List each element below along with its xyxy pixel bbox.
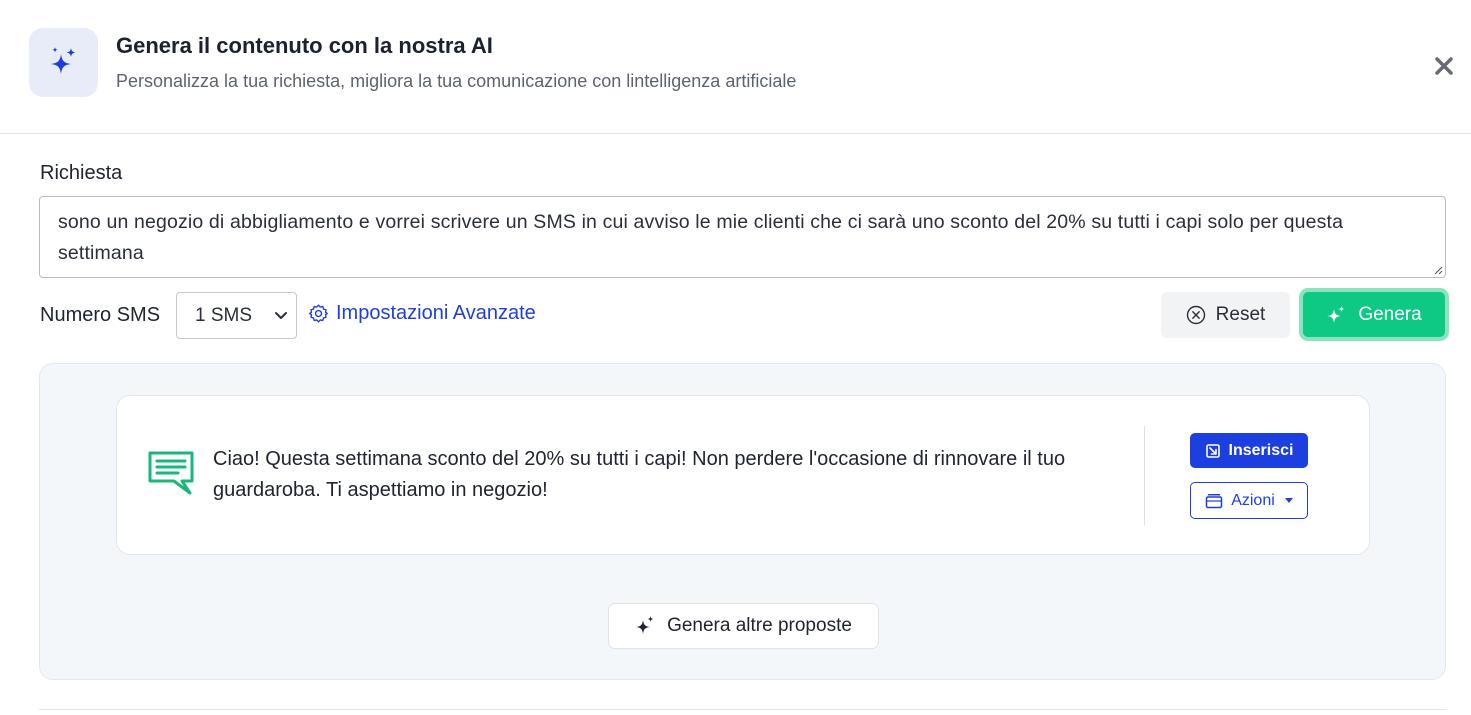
close-circle-icon [1186,305,1205,325]
sparkles-icon [636,616,654,634]
insert-icon [1205,443,1220,458]
message-icon [148,451,194,495]
divider [1144,426,1145,525]
chevron-down-icon [275,312,287,319]
results-panel: Ciao! Questa settimana sconto del 20% su… [39,363,1446,680]
request-text: sono un negozio di abbigliamento e vorre… [58,211,1344,264]
proposal-card: Ciao! Questa settimana sconto del 20% su… [116,395,1370,555]
insert-button[interactable]: Inserisci [1190,433,1308,468]
footer-divider [39,709,1446,710]
reset-button[interactable]: Reset [1161,292,1290,338]
advanced-settings-link[interactable]: Impostazioni Avanzate [308,302,536,325]
insert-label: Inserisci [1228,441,1294,459]
advanced-settings-label: Impostazioni Avanzate [336,302,536,324]
sms-count-label: Numero SMS [40,304,161,326]
modal-header: Genera il contenuto con la nostra AI Per… [0,0,1471,134]
sms-count-select[interactable]: 1 SMS [176,292,297,339]
caret-down-icon [1284,498,1293,503]
sparkles-icon [1327,305,1345,323]
sms-count-value: 1 SMS [195,304,253,326]
generate-button[interactable]: Genera [1299,288,1449,341]
proposal-text: Ciao! Questa settimana sconto del 20% su… [213,448,1066,501]
reset-label: Reset [1215,304,1266,325]
actions-label: Azioni [1231,491,1275,509]
gear-icon [309,304,328,323]
close-icon [1435,57,1453,75]
sparkles-icon [29,28,98,97]
generate-more-button[interactable]: Genera altre proposte [608,603,879,649]
close-button[interactable] [1430,52,1458,80]
modal-subtitle: Personalizza la tua richiesta, migliora … [116,71,797,91]
request-textarea[interactable]: sono un negozio di abbigliamento e vorre… [39,196,1446,278]
resize-grip-icon[interactable] [1433,265,1443,275]
request-label: Richiesta [40,162,123,184]
generate-label: Genera [1358,303,1422,325]
generate-more-label: Genera altre proposte [667,615,852,636]
modal-title: Genera il contenuto con la nostra AI [116,33,493,58]
actions-dropdown-button[interactable]: Azioni [1190,482,1308,519]
briefcase-icon [1205,493,1223,508]
